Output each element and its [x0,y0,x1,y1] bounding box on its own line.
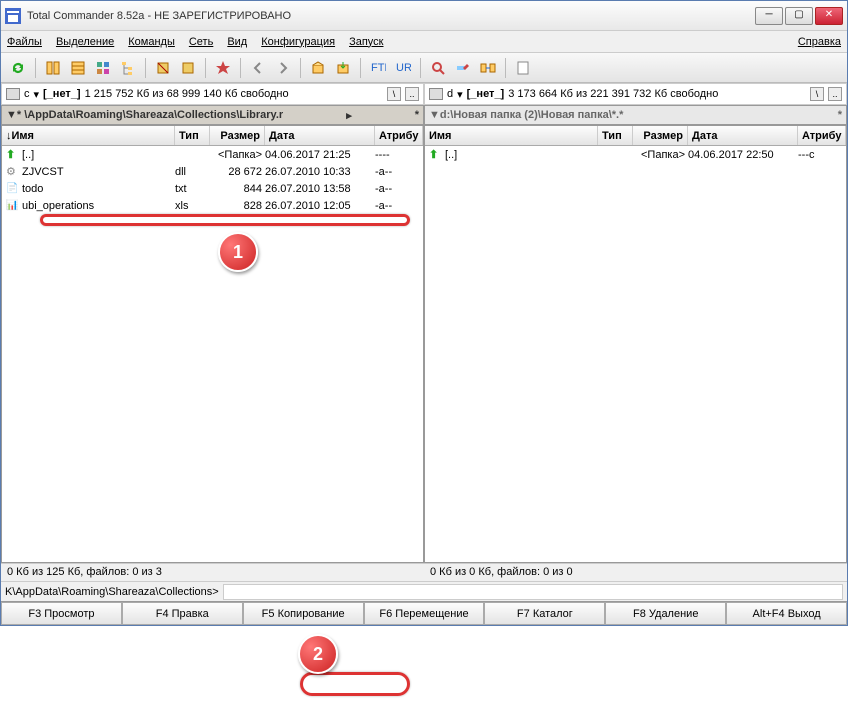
svg-text:FTP: FTP [371,62,386,74]
root-button-left[interactable]: \ [387,87,401,101]
unpack-icon[interactable] [332,57,354,79]
command-line: K\AppData\Roaming\Shareaza\Collections> [1,581,847,601]
drive-selector-right[interactable]: d▾ [_нет_] 3 173 664 Кб из 221 391 732 К… [424,83,847,105]
drive-label-left: [_нет_] [43,88,81,100]
up-button-right[interactable]: .. [828,87,842,101]
invert-sel-icon[interactable] [152,57,174,79]
url-icon[interactable]: URL [392,57,414,79]
status-left: 0 Кб из 125 Кб, файлов: 0 из 3 [1,564,424,581]
menu-help[interactable]: Справка [798,36,841,48]
up-icon: ⬆ [6,148,19,161]
app-icon [5,8,21,24]
column-header-right[interactable]: Имя Тип Размер Дата Атрибу [425,126,846,146]
root-button-right[interactable]: \ [810,87,824,101]
close-button[interactable]: ✕ [815,7,843,25]
panel-left: ↓Имя Тип Размер Дата Атрибу ⬆[..] <Папка… [1,125,424,563]
file-row[interactable]: ubi_operations xls828 26.07.2010 12:05-a… [2,197,423,214]
drive-free-left: 1 215 752 Кб из 68 999 140 Кб свободно [85,88,383,100]
select-all-icon[interactable] [177,57,199,79]
up-button-left[interactable]: .. [405,87,419,101]
cmd-prompt: K\AppData\Roaming\Shareaza\Collections> [5,586,219,598]
menu-commands[interactable]: Команды [128,36,175,48]
refresh-icon[interactable] [7,57,29,79]
f7-mkdir-button[interactable]: F7 Каталог [484,602,605,625]
xls-icon [6,199,19,212]
f4-edit-button[interactable]: F4 Правка [122,602,243,625]
column-header-left[interactable]: ↓Имя Тип Размер Дата Атрибу [2,126,423,146]
drive-letter-right: d [447,88,453,100]
annotation-callout-1: 1 [218,232,258,272]
path-left[interactable]: ▼* \AppData\Roaming\Shareaza\Collections… [1,105,424,125]
search-icon[interactable] [427,57,449,79]
file-row[interactable]: ⬆[..] <Папка> 04.06.2017 21:25---- [2,146,423,163]
annotation-ring-f5 [300,672,410,696]
file-list-right[interactable]: ⬆[..] <Папка> 04.06.2017 22:50---c [425,146,846,562]
sync-icon[interactable] [477,57,499,79]
view-full-icon[interactable] [67,57,89,79]
back-icon[interactable] [247,57,269,79]
view-brief-icon[interactable] [42,57,64,79]
notepad-icon[interactable] [512,57,534,79]
f3-view-button[interactable]: F3 Просмотр [1,602,122,625]
rename-icon[interactable] [452,57,474,79]
function-bar: F3 Просмотр F4 Правка F5 Копирование F6 … [1,601,847,625]
menu-run[interactable]: Запуск [349,36,383,48]
view-thumb-icon[interactable] [92,57,114,79]
file-row[interactable]: ZJVCST dll28 672 26.07.2010 10:33-a-- [2,163,423,180]
window-title: Total Commander 8.52a - НЕ ЗАРЕГИСТРИРОВ… [27,10,755,22]
menu-view[interactable]: Вид [227,36,247,48]
maximize-button[interactable]: ▢ [785,7,813,25]
drive-icon [6,88,20,100]
drive-label-right: [_нет_] [467,88,505,100]
txt-icon [6,182,19,195]
ftp-icon[interactable]: FTP [367,57,389,79]
titlebar: Total Commander 8.52a - НЕ ЗАРЕГИСТРИРОВ… [1,1,847,31]
drive-letter-left: c [24,88,30,100]
minimize-button[interactable]: ─ [755,7,783,25]
panel-right: Имя Тип Размер Дата Атрибу ⬆[..] <Папка>… [424,125,847,563]
up-icon: ⬆ [429,148,442,161]
altf4-exit-button[interactable]: Alt+F4 Выход [726,602,847,625]
drive-icon [429,88,443,100]
cmd-input[interactable] [223,584,843,600]
file-row[interactable]: ⬆[..] <Папка> 04.06.2017 22:50---c [425,146,846,163]
svg-text:URL: URL [396,62,411,74]
menu-config[interactable]: Конфигурация [261,36,335,48]
menubar: Файлы Выделение Команды Сеть Вид Конфигу… [1,31,847,53]
f5-copy-button[interactable]: F5 Копирование [243,602,364,625]
file-row[interactable]: todo txt844 26.07.2010 13:58-a-- [2,180,423,197]
menu-files[interactable]: Файлы [7,36,42,48]
status-right: 0 Кб из 0 Кб, файлов: 0 из 0 [424,564,847,581]
dll-icon [6,165,19,178]
star-icon[interactable] [212,57,234,79]
path-right[interactable]: ▼d:\Новая папка (2)\Новая папка\*.** [424,105,847,125]
menu-net[interactable]: Сеть [189,36,213,48]
drive-selector-left[interactable]: c▾ [_нет_] 1 215 752 Кб из 68 999 140 Кб… [1,83,424,105]
annotation-callout-2: 2 [298,634,338,674]
f6-move-button[interactable]: F6 Перемещение [364,602,485,625]
pack-icon[interactable] [307,57,329,79]
file-list-left[interactable]: ⬆[..] <Папка> 04.06.2017 21:25----ZJVCST… [2,146,423,562]
view-tree-icon[interactable] [117,57,139,79]
menu-selection[interactable]: Выделение [56,36,114,48]
forward-icon[interactable] [272,57,294,79]
f8-delete-button[interactable]: F8 Удаление [605,602,726,625]
statusbar: 0 Кб из 125 Кб, файлов: 0 из 3 0 Кб из 0… [1,563,847,581]
drive-free-right: 3 173 664 Кб из 221 391 732 Кб свободно [508,88,806,100]
toolbar: FTP URL [1,53,847,83]
